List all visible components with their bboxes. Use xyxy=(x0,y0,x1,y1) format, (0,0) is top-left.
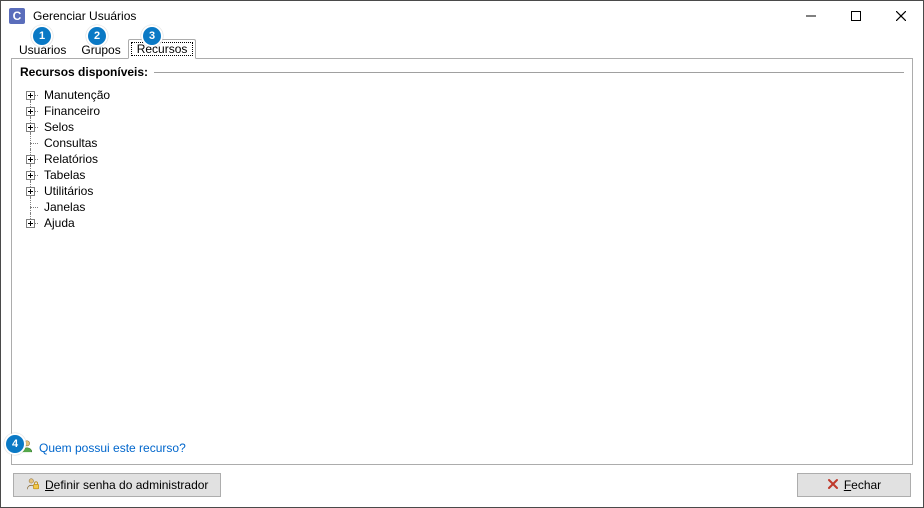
button-label: Fechar xyxy=(844,478,881,492)
minimize-button[interactable] xyxy=(788,1,833,31)
tree-label: Manutenção xyxy=(40,87,110,103)
tree-row[interactable]: Manutenção xyxy=(20,87,904,103)
tree-label: Janelas xyxy=(40,199,85,215)
close-button[interactable] xyxy=(878,1,923,31)
maximize-button[interactable] xyxy=(833,1,878,31)
minimize-icon xyxy=(806,11,816,21)
close-icon xyxy=(896,11,906,21)
lock-user-icon xyxy=(26,477,40,494)
footer-buttons: Definir senha do administrador Fechar xyxy=(11,465,913,497)
expander-icon[interactable] xyxy=(26,155,35,164)
link-quem-possui[interactable]: Quem possui este recurso? xyxy=(39,441,186,455)
expander-icon[interactable] xyxy=(26,91,35,100)
tree-row[interactable]: Selos xyxy=(20,119,904,135)
callout-1: 1 xyxy=(31,25,53,47)
content-area: 1 2 3 Usuários Grupos Recursos Recursos … xyxy=(1,31,923,507)
panel-recursos: Recursos disponíveis: Manutenção Finance… xyxy=(11,58,913,465)
tree-label: Relatórios xyxy=(40,151,98,167)
callout-3: 3 xyxy=(141,25,163,47)
tree-label: Financeiro xyxy=(40,103,100,119)
expander-icon[interactable] xyxy=(26,187,35,196)
panel-header-text: Recursos disponíveis: xyxy=(20,65,148,79)
tree-label: Consultas xyxy=(40,135,97,151)
panel-footer: 4 Quem possui este recurso? xyxy=(20,431,904,456)
expander-icon[interactable] xyxy=(26,219,35,228)
tree-label: Ajuda xyxy=(40,215,75,231)
close-x-icon xyxy=(827,478,839,493)
tree-label: Utilitários xyxy=(40,183,93,199)
window-frame: C Gerenciar Usuários 1 2 3 Usuários Grup… xyxy=(0,0,924,508)
tree-row[interactable]: Consultas xyxy=(20,135,904,151)
tree-row[interactable]: Ajuda xyxy=(20,215,904,231)
maximize-icon xyxy=(851,11,861,21)
tree-row[interactable]: Financeiro xyxy=(20,103,904,119)
window-title: Gerenciar Usuários xyxy=(33,9,136,23)
titlebar: C Gerenciar Usuários xyxy=(1,1,923,31)
button-fechar[interactable]: Fechar xyxy=(797,473,911,497)
expander-icon[interactable] xyxy=(26,171,35,180)
tree-gutter xyxy=(20,215,40,231)
divider-line xyxy=(154,72,904,73)
tab-recursos[interactable]: Recursos xyxy=(128,39,197,59)
button-label: Definir senha do administrador xyxy=(45,478,208,492)
tree-row[interactable]: Utilitários xyxy=(20,183,904,199)
callout-2: 2 xyxy=(86,25,108,47)
tree-row[interactable]: Relatórios xyxy=(20,151,904,167)
window-controls xyxy=(788,1,923,31)
button-definir-senha-admin[interactable]: Definir senha do administrador xyxy=(13,473,221,497)
tree-row[interactable]: Tabelas xyxy=(20,167,904,183)
callout-4: 4 xyxy=(4,433,26,455)
tree-label: Selos xyxy=(40,119,74,135)
app-icon: C xyxy=(9,8,25,24)
expander-icon[interactable] xyxy=(26,123,35,132)
panel-header: Recursos disponíveis: xyxy=(20,65,904,79)
expander-icon[interactable] xyxy=(26,107,35,116)
tree-row[interactable]: Janelas xyxy=(20,199,904,215)
tree-label: Tabelas xyxy=(40,167,85,183)
tree-recursos[interactable]: Manutenção Financeiro Selos Consultas Re… xyxy=(20,87,904,231)
